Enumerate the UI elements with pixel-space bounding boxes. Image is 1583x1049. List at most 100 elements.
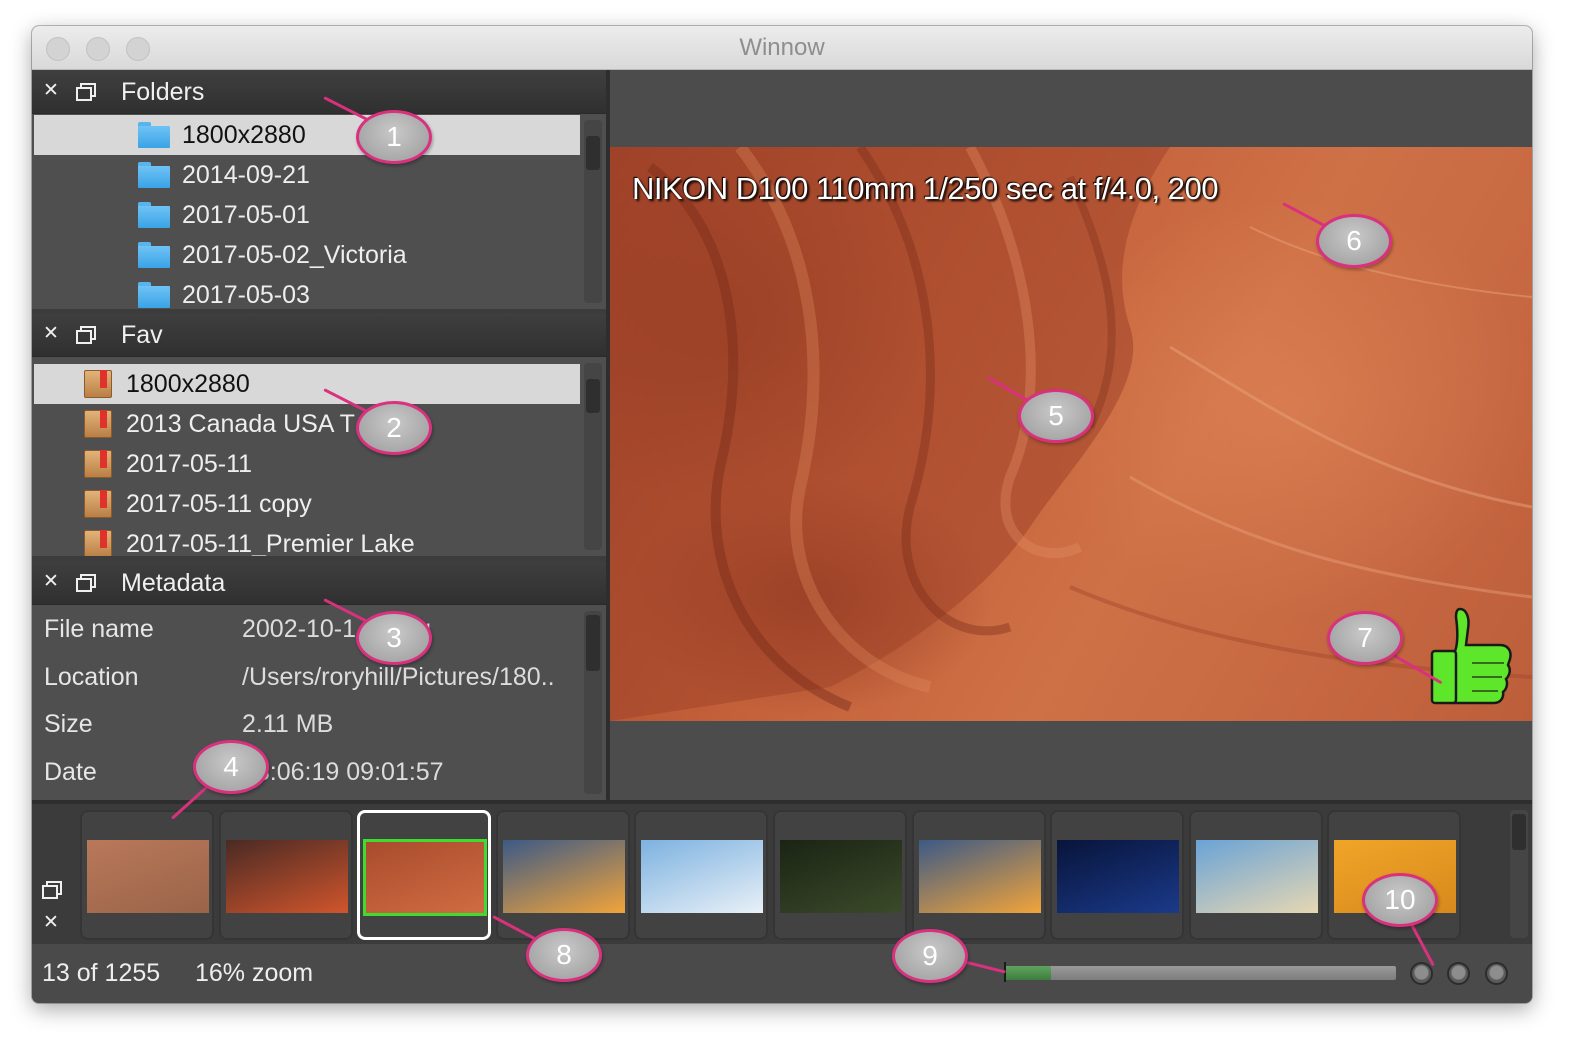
thumbnail-image xyxy=(1195,840,1318,913)
thumbnail-sand-dune[interactable] xyxy=(1188,810,1323,940)
callout-6: 6 xyxy=(1316,214,1392,268)
thumbnail-red-cliffs-storm[interactable] xyxy=(218,810,353,940)
fav-row-1800x2880[interactable]: 1800x2880 xyxy=(34,364,580,404)
callout-1: 1 xyxy=(356,110,432,164)
filmstrip-scrollbar[interactable] xyxy=(1510,810,1528,938)
fav-label: 1800x2880 xyxy=(126,370,250,398)
folders-tree[interactable]: 1800x2880 2014-09-21 2017-05-01 2017-05-… xyxy=(32,114,606,309)
callout-10: 10 xyxy=(1362,873,1438,927)
thumbnail-image xyxy=(87,840,209,913)
progress-fill xyxy=(1004,966,1052,980)
status-bar: 13 of 1255 16% zoom xyxy=(32,944,1532,1003)
fav-panel-header: ✕ Fav xyxy=(32,313,606,357)
folders-panel-title: Folders xyxy=(121,78,205,106)
folder-row-2014-09-21[interactable]: 2014-09-21 xyxy=(34,155,580,195)
zoom-level: 16% zoom xyxy=(195,959,314,987)
callout-9: 9 xyxy=(892,929,968,983)
metadata-key: File name xyxy=(44,615,154,643)
bookmark-icon xyxy=(84,450,112,478)
folder-icon xyxy=(138,162,170,188)
left-dock: ✕ Folders 1800x2880 2014-09-21 2017-05-0… xyxy=(32,70,606,800)
filmstrip[interactable]: ✕ xyxy=(32,804,1532,944)
thumbnail-snowy-mountain[interactable] xyxy=(634,810,769,940)
folder-icon xyxy=(138,202,170,228)
app-window: Winnow ✕ Folders 1800x2880 2014-09-21 20… xyxy=(32,26,1532,1003)
metadata-scrollbar[interactable] xyxy=(584,611,602,794)
scroll-thumb[interactable] xyxy=(586,136,600,170)
metadata-panel-title: Metadata xyxy=(121,569,226,597)
folder-icon xyxy=(138,282,170,308)
folders-scrollbar[interactable] xyxy=(584,120,602,303)
thumbnail-coast-sunset[interactable] xyxy=(911,810,1046,940)
thumbnail-cracked-earth[interactable] xyxy=(80,810,214,940)
metadata-key: Location xyxy=(44,663,139,691)
close-icon[interactable]: ✕ xyxy=(40,571,62,593)
folder-row-2017-05-03[interactable]: 2017-05-03 xyxy=(34,275,580,309)
status-indicator-icon[interactable] xyxy=(1447,962,1470,985)
thumbnail-image xyxy=(918,840,1041,913)
folder-label: 1800x2880 xyxy=(182,121,306,149)
status-indicator-icon[interactable] xyxy=(1485,962,1508,985)
folder-label: 2017-05-02_Victoria xyxy=(182,241,407,269)
folder-row-2017-05-01[interactable]: 2017-05-01 xyxy=(34,195,580,235)
metadata-key: Size xyxy=(44,710,93,738)
close-icon[interactable]: ✕ xyxy=(40,323,62,345)
thumbnail-image xyxy=(225,840,348,913)
fav-panel-title: Fav xyxy=(121,321,163,349)
float-panel-icon[interactable] xyxy=(76,83,96,101)
callout-3: 3 xyxy=(356,611,432,665)
fav-label: 2017-05-11_Premier Lake xyxy=(126,530,415,556)
fav-row-2017-05-11-premier-lake[interactable]: 2017-05-11_Premier Lake xyxy=(34,524,580,556)
metadata-value: 13:06:19 09:01:57 xyxy=(242,758,444,786)
folder-label: 2017-05-03 xyxy=(182,281,310,309)
folder-label: 2014-09-21 xyxy=(182,161,310,189)
callout-2: 2 xyxy=(356,401,432,455)
fav-row-2017-05-11[interactable]: 2017-05-11 xyxy=(34,444,580,484)
float-panel-icon[interactable] xyxy=(42,881,62,899)
fav-label: 2017-05-11 copy xyxy=(126,490,312,518)
exif-overlay: NIKON D100 110mm 1/250 sec at f/4.0, 200 xyxy=(632,171,1218,206)
image-count: 13 of 1255 xyxy=(42,959,161,987)
callout-5: 5 xyxy=(1018,389,1094,443)
folder-icon xyxy=(138,122,170,148)
status-indicator-icon[interactable] xyxy=(1410,962,1433,985)
fav-row-2017-05-11-copy[interactable]: 2017-05-11 copy xyxy=(34,484,580,524)
callout-4: 4 xyxy=(193,740,269,794)
scroll-thumb[interactable] xyxy=(1512,814,1526,850)
thumbs-up-icon[interactable] xyxy=(1428,607,1512,705)
bookmark-icon xyxy=(84,490,112,518)
bookmark-icon xyxy=(84,530,112,556)
folder-row-2017-05-02-victoria[interactable]: 2017-05-02_Victoria xyxy=(34,235,580,275)
scroll-thumb[interactable] xyxy=(586,379,600,413)
close-icon[interactable]: ✕ xyxy=(41,913,61,933)
callout-7: 7 xyxy=(1327,611,1403,665)
fav-row-2013-canada-usa[interactable]: 2013 Canada USA T xyxy=(34,404,580,444)
fav-list[interactable]: 1800x2880 2013 Canada USA T 2017-05-11 2… xyxy=(32,357,606,556)
window-title: Winnow xyxy=(739,34,825,61)
folder-icon xyxy=(138,242,170,268)
folders-panel-header: ✕ Folders xyxy=(32,70,606,114)
thumbnail-coast-sunset-birds[interactable] xyxy=(495,810,630,940)
thumbnail-night-bench[interactable] xyxy=(1050,810,1185,940)
thumbnail-image xyxy=(1057,840,1180,913)
bookmark-icon xyxy=(84,370,112,398)
thumbnail-image xyxy=(780,840,902,913)
thumbnail-image xyxy=(502,840,625,913)
title-bar: Winnow xyxy=(32,26,1532,70)
scroll-thumb[interactable] xyxy=(586,615,600,671)
cache-progress-bar xyxy=(1004,966,1396,980)
fav-scrollbar[interactable] xyxy=(584,363,602,550)
metadata-value: 2.11 MB xyxy=(242,710,334,738)
float-panel-icon[interactable] xyxy=(76,326,96,344)
callout-8: 8 xyxy=(526,928,602,982)
bookmark-icon xyxy=(84,410,112,438)
folder-label: 2017-05-01 xyxy=(182,201,310,229)
thumbnail-image xyxy=(641,840,764,913)
thumbnail-birds-dark-forest[interactable] xyxy=(773,810,907,940)
thumbnail-red-sandstone[interactable] xyxy=(357,810,492,940)
metadata-table: File name 2002-10-1 20.jpg Location /Use… xyxy=(32,605,606,800)
close-icon[interactable]: ✕ xyxy=(40,80,62,102)
metadata-key: Date xyxy=(44,758,97,786)
float-panel-icon[interactable] xyxy=(76,574,96,592)
folder-row-1800x2880[interactable]: 1800x2880 xyxy=(34,115,580,155)
